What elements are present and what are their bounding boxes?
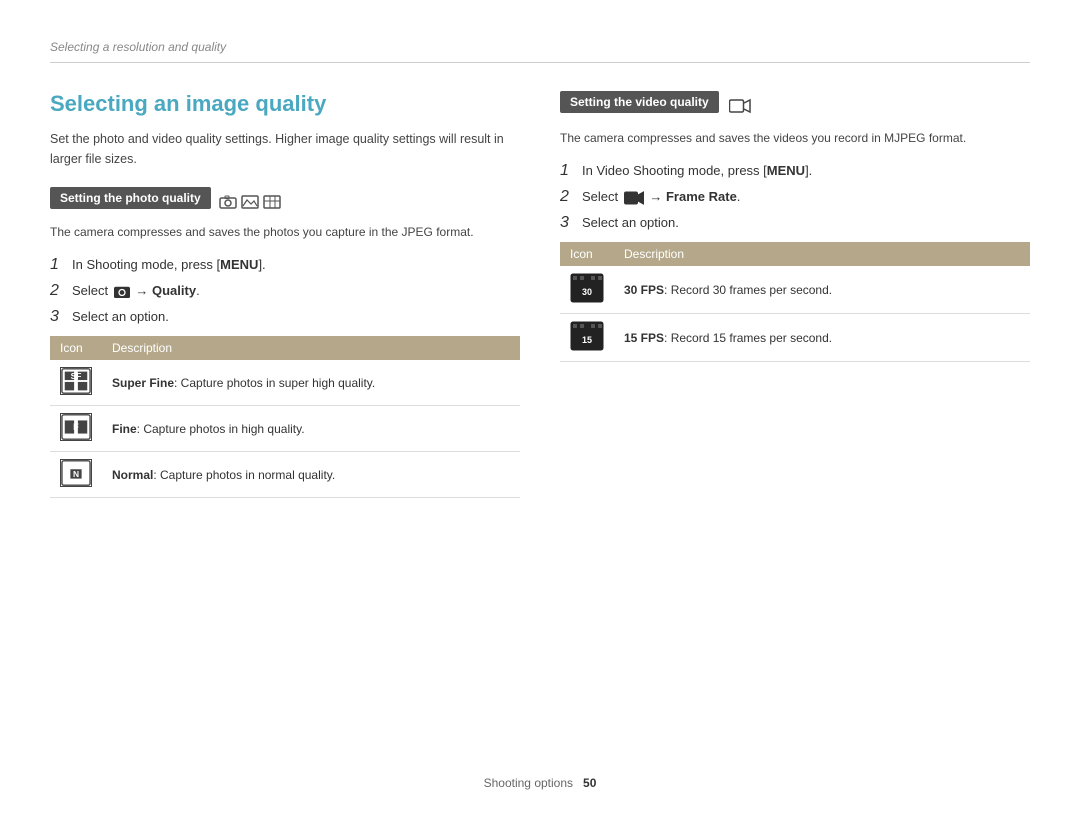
breadcrumb: Selecting a resolution and quality <box>50 40 1030 63</box>
content-area: Selecting an image quality Set the photo… <box>50 91 1030 498</box>
video-step-2: 2 Select → Frame Rate. <box>560 188 1030 206</box>
normal-icon: N <box>60 459 92 487</box>
video-step-icon <box>624 191 644 205</box>
breadcrumb-text: Selecting a resolution and quality <box>50 40 226 54</box>
svg-text:SF: SF <box>71 371 82 381</box>
photo-quality-badge: Setting the photo quality <box>50 187 211 209</box>
video-step-3: 3 Select an option. <box>560 214 1030 232</box>
icon-cell: F <box>50 406 102 452</box>
col-icon-header: Icon <box>50 336 102 360</box>
desc-cell: 15 FPS: Record 15 frames per second. <box>614 314 1030 362</box>
camera-step-icon <box>114 285 130 298</box>
table-row: 30 30 FPS: Record 30 frames per second. <box>560 266 1030 314</box>
svg-text:N: N <box>73 469 79 479</box>
desc-cell: Normal: Capture photos in normal quality… <box>102 452 520 498</box>
table-row: N Normal: Capture photos in normal quali… <box>50 452 520 498</box>
camera-icons <box>219 195 281 209</box>
desc-cell: 30 FPS: Record 30 frames per second. <box>614 266 1030 314</box>
icon-cell: SF <box>50 360 102 406</box>
icon-cell: 15 <box>560 314 614 362</box>
svg-text:30: 30 <box>582 287 592 297</box>
grid-icon <box>263 195 281 209</box>
page-title: Selecting an image quality <box>50 91 520 117</box>
fine-icon: F <box>60 413 92 441</box>
page-footer: Shooting options 50 <box>0 776 1080 790</box>
video-options-table: Icon Description <box>560 242 1030 362</box>
page-number: 50 <box>583 776 596 790</box>
table-row: F Fine: Capture photos in high quality. <box>50 406 520 452</box>
table-row: 15 15 FPS: Record 15 frames per second. <box>560 314 1030 362</box>
intro-text: Set the photo and video quality settings… <box>50 129 520 169</box>
col-desc-header: Description <box>102 336 520 360</box>
right-column: Setting the video quality The camera com… <box>560 91 1030 498</box>
desc-cell: Super Fine: Capture photos in super high… <box>102 360 520 406</box>
15fps-icon: 15 <box>570 321 604 351</box>
photo-step-1: 1 In Shooting mode, press [MENU]. <box>50 256 520 274</box>
video-step-1: 1 In Video Shooting mode, press [MENU]. <box>560 162 1030 180</box>
svg-text:15: 15 <box>582 335 592 345</box>
photo-options-table: Icon Description <box>50 336 520 498</box>
icon-cell: 30 <box>560 266 614 314</box>
landscape-icon <box>241 195 259 209</box>
super-fine-icon: SF <box>60 367 92 395</box>
camera-icon <box>219 195 237 209</box>
video-description: The camera compresses and saves the vide… <box>560 129 1030 148</box>
svg-text:F: F <box>73 422 79 432</box>
footer-text: Shooting options <box>484 776 573 790</box>
video-quality-badge: Setting the video quality <box>560 91 719 113</box>
30fps-icon: 30 <box>570 273 604 303</box>
icon-cell: N <box>50 452 102 498</box>
col-desc-header: Description <box>614 242 1030 266</box>
col-icon-header: Icon <box>560 242 614 266</box>
photo-description: The camera compresses and saves the phot… <box>50 223 520 242</box>
photo-step-3: 3 Select an option. <box>50 308 520 326</box>
table-row: SF Super Fine: Capture photos in super h… <box>50 360 520 406</box>
photo-step-2: 2 Select → Quality. <box>50 282 520 300</box>
desc-cell: Fine: Capture photos in high quality. <box>102 406 520 452</box>
left-column: Selecting an image quality Set the photo… <box>50 91 520 498</box>
video-camera-icon <box>729 98 751 114</box>
